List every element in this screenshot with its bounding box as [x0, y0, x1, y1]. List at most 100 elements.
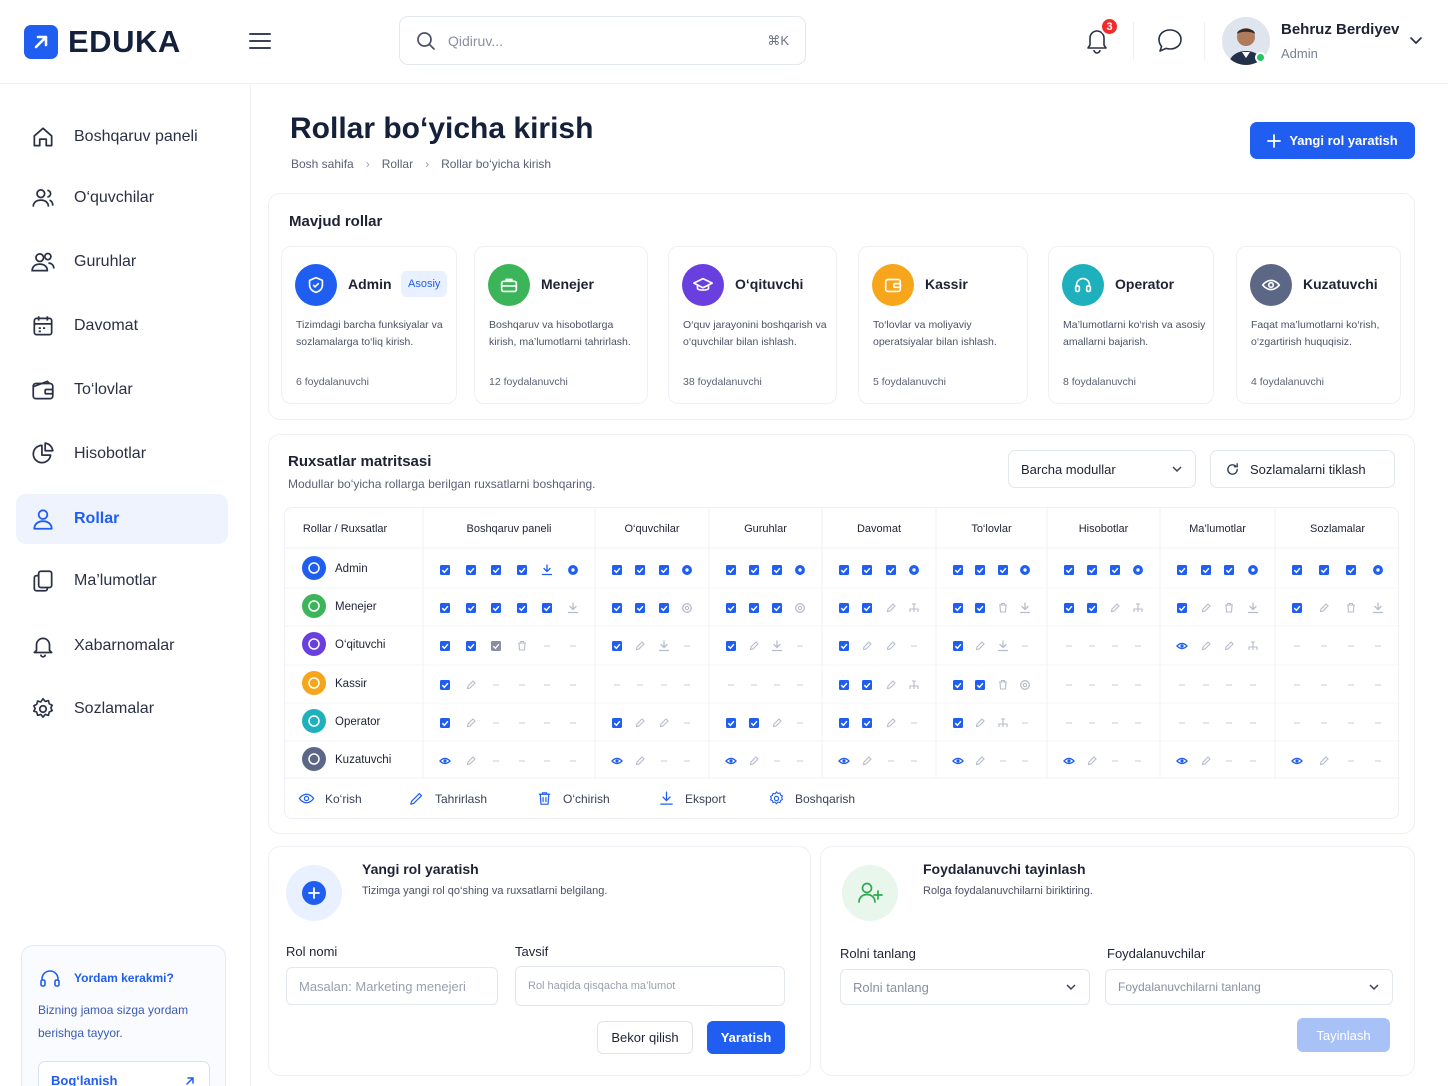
permission-checkbox[interactable]: [839, 641, 849, 651]
manage-icon[interactable]: [568, 565, 578, 575]
edit-icon[interactable]: [1087, 756, 1097, 766]
reset-settings-button[interactable]: Sozlamalarni tiklash: [1210, 450, 1395, 488]
permission-checkbox[interactable]: [1292, 565, 1302, 575]
role-card[interactable]: Kuzatuvchi Faqat ma’lumotlarni ko‘rish, o…: [1236, 246, 1401, 404]
sidebar-item-7[interactable]: Rollar: [16, 494, 228, 544]
manage-icon[interactable]: [682, 565, 692, 575]
permission-checkbox[interactable]: [839, 603, 849, 613]
permission-checkbox[interactable]: [440, 603, 450, 613]
sidebar-item-3[interactable]: Guruhlar: [16, 237, 228, 287]
select-users-dropdown[interactable]: Foydalanuvchilarni tanlang: [1105, 969, 1393, 1005]
manage-icon[interactable]: [1020, 565, 1030, 575]
create-button[interactable]: Yaratish: [707, 1021, 785, 1054]
manage-icon[interactable]: [1248, 565, 1258, 575]
user-name[interactable]: Behruz Berdiyev: [1281, 21, 1399, 38]
view-icon[interactable]: [439, 757, 451, 765]
manage-icon[interactable]: [795, 603, 805, 613]
permission-checkbox[interactable]: [612, 641, 622, 651]
search-bar[interactable]: ⌘K: [399, 16, 806, 65]
permission-checkbox[interactable]: [726, 565, 736, 575]
export-icon[interactable]: [567, 602, 579, 614]
edit-icon[interactable]: [975, 756, 985, 766]
permission-checkbox[interactable]: [1110, 565, 1120, 575]
permission-checkbox[interactable]: [886, 565, 896, 575]
sidebar-item-4[interactable]: Davomat: [16, 301, 228, 351]
edit-icon[interactable]: [862, 756, 872, 766]
edit-icon[interactable]: [635, 756, 645, 766]
delete-icon[interactable]: [1225, 602, 1233, 613]
delete-icon[interactable]: [999, 602, 1007, 613]
permission-checkbox[interactable]: [1201, 565, 1211, 575]
export-icon[interactable]: [1372, 602, 1384, 614]
edit-icon[interactable]: [1319, 756, 1329, 766]
permission-checkbox[interactable]: [772, 603, 782, 613]
permission-checkbox[interactable]: [440, 565, 450, 575]
permission-checkbox[interactable]: [953, 680, 963, 690]
edit-icon[interactable]: [1319, 603, 1329, 613]
permission-checkbox[interactable]: [1177, 603, 1187, 613]
permission-checkbox[interactable]: [862, 603, 872, 613]
view-icon[interactable]: [952, 757, 964, 765]
permission-checkbox[interactable]: [862, 680, 872, 690]
role-card[interactable]: O‘qituvchi O‘quv jarayonini boshqarish va…: [668, 246, 837, 404]
manage-icon[interactable]: [682, 603, 692, 613]
edit-icon[interactable]: [1201, 603, 1211, 613]
new-role-button[interactable]: Yangi rol yaratish: [1250, 122, 1415, 159]
edit-icon[interactable]: [635, 641, 645, 651]
sidebar-item-6[interactable]: Hisobotlar: [16, 429, 228, 479]
permission-checkbox[interactable]: [659, 603, 669, 613]
breadcrumb-roles[interactable]: Rollar: [382, 157, 413, 171]
export-icon[interactable]: [541, 564, 553, 576]
search-input[interactable]: [448, 32, 756, 49]
edit-icon[interactable]: [466, 756, 476, 766]
manage-icon[interactable]: [795, 565, 805, 575]
manage-icon[interactable]: [1373, 565, 1383, 575]
permission-checkbox[interactable]: [953, 565, 963, 575]
edit-icon[interactable]: [749, 641, 759, 651]
permission-checkbox[interactable]: [466, 641, 476, 651]
role-name-input[interactable]: [286, 967, 498, 1005]
hierarchy-icon[interactable]: [1248, 641, 1258, 650]
permission-checkbox[interactable]: [440, 641, 450, 651]
permission-checkbox[interactable]: [749, 565, 759, 575]
contact-button[interactable]: Bog‘lanish: [38, 1061, 210, 1086]
edit-icon[interactable]: [975, 641, 985, 651]
sidebar-item-10[interactable]: Sozlamalar: [16, 684, 228, 734]
logo[interactable]: EDUKA: [24, 24, 181, 60]
permission-checkbox[interactable]: [953, 603, 963, 613]
messages-icon[interactable]: [1154, 25, 1186, 57]
permission-checkbox[interactable]: [839, 565, 849, 575]
permission-checkbox[interactable]: [517, 565, 527, 575]
module-filter-select[interactable]: Barcha modullar: [1008, 450, 1196, 488]
manage-icon[interactable]: [1133, 565, 1143, 575]
export-icon[interactable]: [997, 640, 1009, 652]
permission-checkbox[interactable]: [466, 603, 476, 613]
permission-checkbox[interactable]: [839, 718, 849, 728]
edit-icon[interactable]: [1224, 641, 1234, 651]
permission-checkbox[interactable]: [953, 718, 963, 728]
permission-checkbox[interactable]: [726, 603, 736, 613]
role-description-input[interactable]: [515, 966, 785, 1006]
permission-checkbox[interactable]: [975, 565, 985, 575]
permission-checkbox[interactable]: [517, 603, 527, 613]
menu-toggle-icon[interactable]: [247, 28, 273, 54]
edit-icon[interactable]: [659, 718, 669, 728]
edit-icon[interactable]: [466, 680, 476, 690]
view-icon[interactable]: [1176, 642, 1188, 650]
edit-icon[interactable]: [635, 718, 645, 728]
permission-checkbox[interactable]: [772, 565, 782, 575]
permission-checkbox[interactable]: [1319, 565, 1329, 575]
role-card[interactable]: Kassir To‘lovlar va moliyaviy operatsiyal…: [858, 246, 1028, 404]
hierarchy-icon[interactable]: [998, 718, 1008, 727]
view-icon[interactable]: [1176, 757, 1188, 765]
permission-checkbox[interactable]: [862, 718, 872, 728]
sidebar-item-9[interactable]: Xabarnomalar: [16, 621, 228, 671]
edit-icon[interactable]: [749, 756, 759, 766]
edit-icon[interactable]: [886, 718, 896, 728]
permission-checkbox[interactable]: [862, 565, 872, 575]
role-card[interactable]: Menejer Boshqaruv va hisobotlarga kirish,…: [474, 246, 648, 404]
permission-checkbox[interactable]: [612, 603, 622, 613]
permission-checkbox[interactable]: [749, 603, 759, 613]
sidebar-item-5[interactable]: To‘lovlar: [16, 365, 228, 415]
permission-checkbox[interactable]: [659, 565, 669, 575]
